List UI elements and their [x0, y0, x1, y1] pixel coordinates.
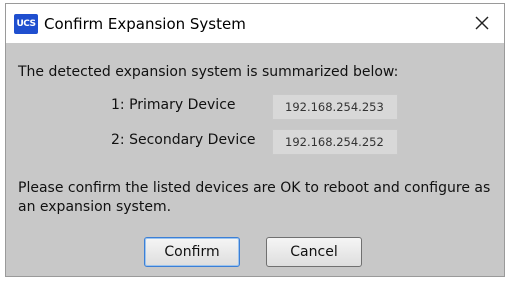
dialog-content: The detected expansion system is summari… — [6, 43, 504, 276]
dialog-title: Confirm Expansion System — [44, 15, 246, 33]
confirm-expansion-dialog: UCS Confirm Expansion System The detecte… — [5, 3, 505, 277]
confirm-button[interactable]: Confirm — [144, 237, 240, 267]
primary-device-label: 1: Primary Device — [111, 97, 236, 113]
secondary-device-label: 2: Secondary Device — [111, 132, 256, 148]
secondary-device-ip-field: 192.168.254.252 — [272, 129, 398, 155]
summary-text: The detected expansion system is summari… — [18, 64, 399, 80]
primary-device-ip-field: 192.168.254.253 — [272, 94, 398, 120]
cancel-button[interactable]: Cancel — [266, 237, 362, 267]
close-button[interactable] — [468, 10, 496, 36]
app-icon: UCS — [14, 14, 38, 34]
confirmation-message: Please confirm the listed devices are OK… — [18, 180, 491, 215]
title-bar: UCS Confirm Expansion System — [6, 4, 504, 43]
close-icon — [475, 16, 489, 30]
